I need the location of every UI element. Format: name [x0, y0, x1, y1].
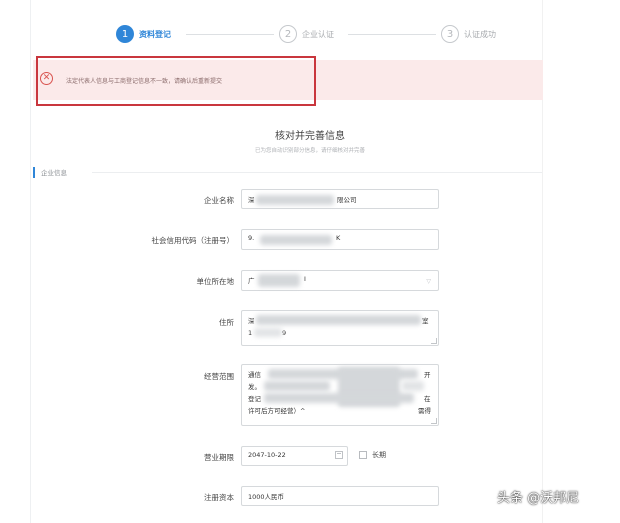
step-2-number: 2: [279, 25, 297, 43]
section-divider: [92, 172, 542, 173]
step-3: 3 认证成功: [441, 24, 496, 44]
company-name-prefix: 深: [248, 196, 255, 204]
business-scope-label: 经营范围: [204, 372, 234, 381]
redacted-blur: [258, 274, 300, 287]
scope-line2-prefix: 发。: [248, 383, 261, 391]
registered-capital-input[interactable]: 1000人民币: [241, 486, 439, 506]
company-name-suffix: 限公司: [337, 196, 357, 204]
address-line1-prefix: 深: [248, 317, 255, 325]
address-line2-suffix: 9: [282, 329, 287, 337]
step-connector: [348, 34, 436, 35]
section-label: 企业信息: [41, 169, 67, 177]
long-term-checkbox[interactable]: [359, 451, 367, 459]
redacted-blur: [264, 393, 414, 403]
calendar-icon[interactable]: [335, 451, 343, 459]
credit-code-suffix: K: [336, 234, 341, 242]
step-connector: [186, 34, 274, 35]
scope-line3-prefix: 登记: [248, 395, 261, 403]
page: 1 资料登记 2 企业认证 3 认证成功 ✕ 法定代表人信息与工商登记信息不一致…: [0, 0, 620, 523]
step-1-number: 1: [116, 25, 134, 43]
left-divider: [30, 0, 31, 523]
location-label: 单位所在地: [196, 277, 235, 286]
redacted-blur: [256, 315, 421, 325]
redacted-blur: [260, 235, 332, 245]
redacted-blur: [254, 328, 282, 337]
step-1: 1 资料登记: [116, 24, 171, 44]
business-scope-textarea[interactable]: 通信 开 发。 登记 在 需得 许可后方可经营）^: [241, 364, 439, 426]
credit-code-label: 社会信用代码（注册号）: [151, 236, 235, 245]
highlight-frame: [36, 56, 316, 106]
address-label: 住所: [219, 318, 234, 327]
progress-steps: 1 资料登记 2 企业认证 3 认证成功: [0, 0, 620, 60]
address-line2-prefix: 1: [248, 329, 253, 337]
company-name-input[interactable]: 深 限公司: [241, 189, 439, 209]
business-term-date-input[interactable]: 2047-10-22: [241, 446, 348, 466]
registered-capital-label: 注册资本: [204, 493, 234, 502]
scope-line1-suffix: 开: [424, 371, 431, 379]
step-3-label: 认证成功: [464, 29, 496, 39]
long-term-label: 长期: [372, 451, 386, 459]
watermark: 头条 @沃邦尼: [497, 491, 580, 506]
scope-line4: 许可后方可经营）^: [248, 407, 306, 415]
section-accent-bar: [33, 166, 35, 178]
step-2-label: 企业认证: [302, 29, 334, 39]
company-name-label: 企业名称: [204, 196, 234, 205]
section-header: 企业信息: [33, 166, 67, 178]
scope-line1-prefix: 通信: [248, 371, 261, 379]
chevron-down-icon[interactable]: ▽: [426, 278, 431, 285]
business-term-value: 2047-10-22: [248, 451, 286, 459]
step-1-label: 资料登记: [139, 29, 171, 39]
form-subtitle: 已为您自动识别部分信息，请仔细核对并完善: [254, 148, 365, 154]
credit-code-input[interactable]: 9. K: [241, 229, 439, 250]
scope-line3-suffix: 在: [424, 395, 431, 403]
scope-line3-end: 需得: [418, 407, 431, 415]
redacted-blur: [402, 381, 424, 391]
location-prefix: 广: [248, 277, 255, 285]
location-suffix: I: [304, 275, 306, 283]
registered-capital-value: 1000人民币: [248, 493, 285, 501]
form-title: 核对并完善信息: [275, 131, 345, 142]
business-term-label: 营业期限: [204, 453, 234, 462]
redacted-blur: [264, 381, 330, 391]
address-textarea[interactable]: 深 室 1 9: [241, 310, 439, 346]
resize-handle[interactable]: [431, 338, 437, 344]
redacted-blur: [256, 195, 334, 205]
location-select[interactable]: 广 I ▽: [241, 270, 439, 291]
address-line1-suffix: 室: [422, 317, 429, 325]
step-3-number: 3: [441, 25, 459, 43]
credit-code-prefix: 9.: [248, 234, 255, 242]
resize-handle[interactable]: [431, 418, 437, 424]
step-2: 2 企业认证: [279, 24, 334, 44]
